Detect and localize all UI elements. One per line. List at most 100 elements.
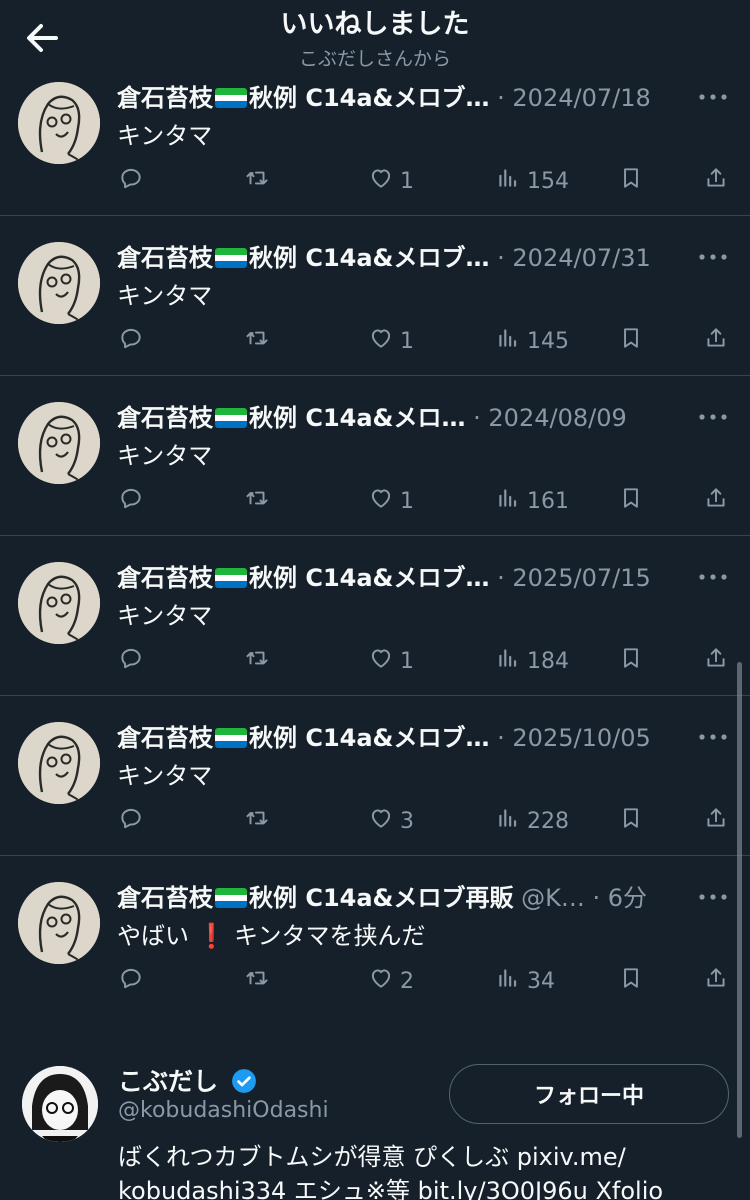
views-button[interactable]: 228 (495, 804, 569, 838)
more-icon[interactable] (696, 562, 730, 592)
share-button[interactable] (703, 324, 729, 358)
tweet-meta[interactable]: · 2024/07/18 (497, 84, 651, 112)
tweet[interactable]: 倉石苔枝 秋例 C14a&メロ… · 2024/08/09 キンタマ 1 161 (0, 376, 750, 536)
like-button[interactable]: 1 (368, 644, 414, 678)
bookmark-button[interactable] (618, 964, 644, 998)
avatar[interactable] (18, 722, 100, 804)
like-button[interactable]: 1 (368, 324, 414, 358)
user-suggestion[interactable]: こぶだし @kobudashiOdashi フォロー中 ばくれつカブトムシが得意… (0, 1040, 750, 1200)
author-name[interactable]: 倉石苔枝 (117, 404, 213, 432)
tweet-list: 倉石苔枝 秋例 C14a&メロブ… · 2024/07/18 キンタマ 1 154… (0, 76, 750, 1012)
more-icon[interactable] (696, 402, 730, 432)
bookmark-button[interactable] (618, 324, 644, 358)
tweet-actions: 1 184 (118, 644, 730, 678)
more-icon[interactable] (696, 242, 730, 272)
views-button[interactable]: 34 (495, 964, 555, 998)
bookmark-button[interactable] (618, 164, 644, 198)
retweet-button[interactable] (244, 964, 276, 998)
more-icon[interactable] (696, 722, 730, 752)
views-button[interactable]: 161 (495, 484, 569, 518)
tweet[interactable]: 倉石苔枝 秋例 C14a&メロブ… · 2025/07/15 キンタマ 1 184 (0, 536, 750, 696)
tweet[interactable]: 倉石苔枝 秋例 C14a&メロブ… · 2024/07/31 キンタマ 1 145 (0, 216, 750, 376)
views-count: 184 (527, 648, 569, 674)
like-button[interactable]: 2 (368, 964, 414, 998)
reply-button[interactable] (118, 484, 150, 518)
bookmark-icon (618, 805, 644, 837)
reply-button[interactable] (118, 164, 150, 198)
bookmark-icon (618, 325, 644, 357)
views-icon (495, 645, 521, 677)
bookmark-icon (618, 645, 644, 677)
tweet[interactable]: 倉石苔枝 秋例 C14a&メロブ… · 2025/10/05 キンタマ 3 228 (0, 696, 750, 856)
bookmark-button[interactable] (618, 804, 644, 838)
avatar[interactable] (18, 562, 100, 644)
like-button[interactable]: 1 (368, 484, 414, 518)
avatar[interactable] (18, 882, 100, 964)
tweet-meta[interactable]: · 2024/08/09 (473, 404, 627, 432)
avatar[interactable] (22, 1066, 98, 1142)
user-name[interactable]: こぶだし (118, 1067, 218, 1096)
views-button[interactable]: 184 (495, 644, 569, 678)
share-button[interactable] (703, 804, 729, 838)
views-button[interactable]: 145 (495, 324, 569, 358)
tweet-text-span: キンタマ (117, 282, 213, 310)
bookmark-button[interactable] (618, 484, 644, 518)
avatar[interactable] (18, 242, 100, 324)
retweet-button[interactable] (244, 484, 276, 518)
tweet-meta[interactable]: · 2025/07/15 (497, 564, 651, 592)
avatar[interactable] (18, 402, 100, 484)
reply-button[interactable] (118, 964, 150, 998)
flag-icon (215, 248, 247, 268)
retweet-button[interactable] (244, 324, 276, 358)
author-name-suffix[interactable]: 秋例 C14a&メロブ再販 (249, 884, 514, 912)
share-icon (703, 325, 729, 357)
like-button[interactable]: 1 (368, 164, 414, 198)
tweet-text-span: キンタマ (117, 602, 213, 630)
tweet-header: 倉石苔枝 秋例 C14a&メロブ… · 2025/10/05 (117, 718, 660, 753)
avatar[interactable] (18, 82, 100, 164)
share-icon (703, 165, 729, 197)
like-button[interactable]: 3 (368, 804, 414, 838)
tweet-meta[interactable]: · 2024/07/31 (497, 244, 651, 272)
reply-button[interactable] (118, 804, 150, 838)
retweet-button[interactable] (244, 804, 276, 838)
tweet[interactable]: 倉石苔枝 秋例 C14a&メロブ… · 2024/07/18 キンタマ 1 154 (0, 76, 750, 216)
following-button[interactable]: フォロー中 (449, 1064, 729, 1124)
author-name-suffix[interactable]: 秋例 C14a&メロブ… (249, 564, 490, 592)
author-name[interactable]: 倉石苔枝 (117, 724, 213, 752)
author-name-suffix[interactable]: 秋例 C14a&メロブ… (249, 724, 490, 752)
share-button[interactable] (703, 484, 729, 518)
reply-button[interactable] (118, 644, 150, 678)
views-count: 145 (527, 328, 569, 354)
tweet-meta[interactable]: @K… · 6分 (521, 884, 647, 912)
share-button[interactable] (703, 164, 729, 198)
suggested-user-name[interactable]: こぶだし (118, 1062, 257, 1098)
author-name[interactable]: 倉石苔枝 (117, 884, 213, 912)
reply-button[interactable] (118, 324, 150, 358)
author-name[interactable]: 倉石苔枝 (117, 244, 213, 272)
reply-icon (118, 645, 144, 677)
author-name-suffix[interactable]: 秋例 C14a&メロブ… (249, 84, 490, 112)
author-name-suffix[interactable]: 秋例 C14a&メロ… (249, 404, 466, 432)
bookmark-button[interactable] (618, 644, 644, 678)
exclamation-icon: ❗ (196, 922, 227, 950)
share-button[interactable] (703, 644, 729, 678)
views-button[interactable]: 154 (495, 164, 569, 198)
retweet-button[interactable] (244, 164, 276, 198)
tweet-meta[interactable]: · 2025/10/05 (497, 724, 651, 752)
more-icon[interactable] (696, 82, 730, 112)
tweet-text-span: キンタマ (117, 762, 213, 790)
user-handle[interactable]: @kobudashiOdashi (118, 1098, 329, 1123)
retweet-button[interactable] (244, 644, 276, 678)
tweet[interactable]: 倉石苔枝 秋例 C14a&メロブ再販 @K… · 6分 やばい ❗ キンタマを挟ん… (0, 856, 750, 1012)
author-name-suffix[interactable]: 秋例 C14a&メロブ… (249, 244, 490, 272)
scrollbar[interactable] (737, 662, 742, 1138)
share-button[interactable] (703, 964, 729, 998)
more-icon[interactable] (696, 882, 730, 912)
author-name[interactable]: 倉石苔枝 (117, 564, 213, 592)
like-icon (368, 485, 394, 517)
author-name[interactable]: 倉石苔枝 (117, 84, 213, 112)
views-icon (495, 805, 521, 837)
reply-icon (118, 165, 144, 197)
page-subtitle: こぶだしさんから (298, 48, 451, 70)
